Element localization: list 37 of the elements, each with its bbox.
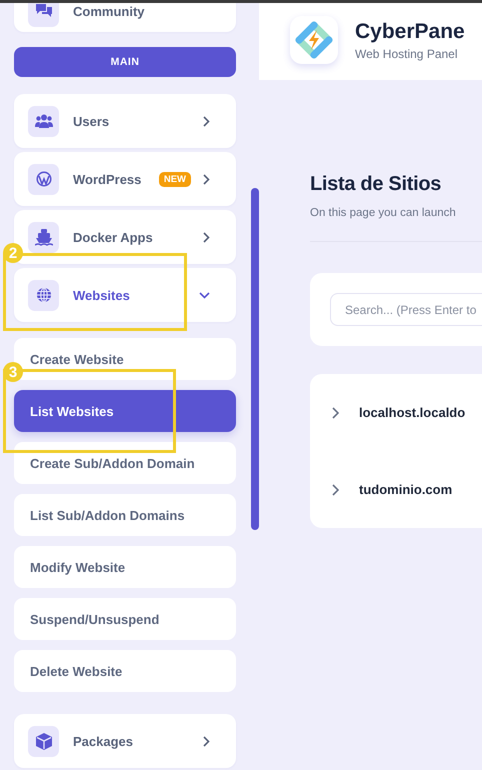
- menu-item[interactable]: Packages: [14, 714, 236, 768]
- search-field[interactable]: Search... (Press Enter to: [330, 293, 482, 326]
- wordpress-icon: [36, 171, 52, 187]
- chevron-right-icon[interactable]: [332, 406, 339, 418]
- section-header: MAIN: [14, 47, 236, 77]
- community-menu-item[interactable]: Community: [14, 0, 236, 32]
- chat-icon: [34, 3, 52, 19]
- site-name: localhost.localdo: [359, 405, 466, 420]
- logo-icon: [290, 16, 338, 64]
- step-number: 3: [3, 362, 23, 382]
- submenu-item[interactable]: Suspend/Unsuspend: [14, 598, 236, 640]
- submenu-item[interactable]: List Sub/Addon Domains: [14, 494, 236, 536]
- users-icon: [34, 114, 52, 128]
- chevron-right-icon: [203, 232, 210, 242]
- menu-label: Community: [73, 4, 146, 18]
- chevron-right-icon: [203, 736, 210, 746]
- cube-icon: [36, 732, 52, 750]
- submenu-item[interactable]: Modify Website: [14, 546, 236, 588]
- chevron-right-icon[interactable]: [332, 484, 339, 496]
- chevron-right-icon: [203, 116, 210, 126]
- submenu-item[interactable]: List Websites: [14, 390, 236, 432]
- app-title: CyberPane: [355, 20, 465, 44]
- scrollbar-thumb[interactable]: [251, 188, 259, 530]
- page-title: Lista de Sitios: [310, 173, 442, 196]
- submenu-item[interactable]: Delete Website: [14, 650, 236, 692]
- menu-item[interactable]: Websites: [14, 268, 236, 322]
- new-badge: NEW: [158, 172, 191, 186]
- submenu-item[interactable]: Create Sub/Addon Domain: [14, 442, 236, 484]
- app-subtitle: Web Hosting Panel: [355, 46, 459, 60]
- chevron-down-icon: [199, 292, 210, 298]
- globe-icon: [36, 287, 52, 303]
- ship-icon: [34, 228, 52, 246]
- chevron-right-icon: [203, 174, 210, 184]
- menu-item[interactable]: Users: [14, 94, 236, 148]
- menu-item[interactable]: WordPress NEW: [14, 152, 236, 206]
- site-name: tudominio.com: [359, 482, 452, 497]
- page-description: On this page you can launch: [310, 207, 457, 219]
